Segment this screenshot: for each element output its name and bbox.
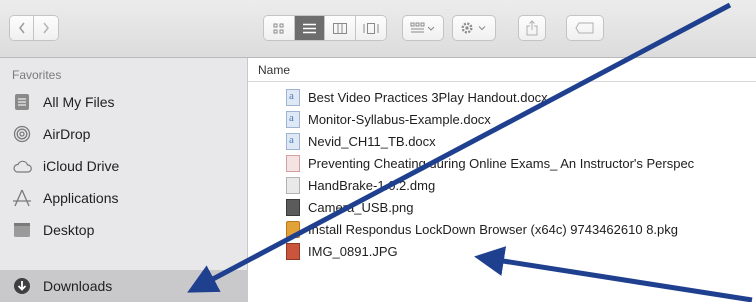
file-name: IMG_0891.JPG (308, 243, 398, 259)
pkg-icon (286, 220, 300, 238)
column-view-button[interactable] (325, 16, 356, 40)
file-name: HandBrake-1.0.2.dmg (308, 177, 436, 193)
file-row[interactable]: Camera_USB.png (248, 196, 756, 218)
file-row[interactable]: Nevid_CH11_TB.docx (248, 130, 756, 152)
gallery-view-button[interactable] (355, 16, 386, 40)
sidebar-item-label: Applications (43, 190, 119, 206)
airdrop-icon (12, 124, 32, 144)
pdf-icon (286, 154, 300, 172)
file-row[interactable]: Preventing Cheating during Online Exams_… (248, 152, 756, 174)
sidebar-item-desktop[interactable]: Desktop (0, 214, 247, 246)
share-button[interactable] (518, 15, 546, 41)
group-by-button[interactable] (402, 15, 444, 41)
group-by-icon (410, 22, 435, 33)
column-view-icon (332, 22, 347, 34)
dmg-icon (286, 176, 300, 194)
nav-buttons (9, 15, 59, 41)
sidebar-item-applications[interactable]: Applications (0, 182, 247, 214)
icon-view-icon (273, 23, 284, 33)
gallery-view-icon (363, 22, 379, 34)
file-name: Nevid_CH11_TB.docx (308, 133, 436, 149)
sidebar-item-icloud-drive[interactable]: iCloud Drive (0, 150, 247, 182)
sidebar-item-all-my-files[interactable]: All My Files (0, 86, 247, 118)
share-icon (526, 20, 538, 36)
docx-icon (286, 110, 300, 128)
list-view-button[interactable] (294, 16, 325, 40)
sidebar-item-label: iCloud Drive (43, 158, 120, 174)
file-name: Install Respondus LockDown Browser (x64c… (308, 221, 678, 237)
forward-button[interactable] (34, 16, 58, 40)
action-button[interactable] (452, 15, 496, 41)
finder-toolbar (0, 0, 756, 58)
sidebar-item-downloads[interactable]: Downloads (0, 270, 247, 302)
applications-icon (12, 188, 32, 208)
sidebar-item-label: Downloads (43, 278, 113, 294)
docx-icon (286, 88, 300, 106)
sidebar-item-label: AirDrop (43, 126, 91, 142)
jpg-icon (286, 242, 300, 260)
png-icon (286, 198, 300, 216)
file-row[interactable]: Install Respondus LockDown Browser (x64c… (248, 218, 756, 240)
sidebar-item-airdrop[interactable]: AirDrop (0, 118, 247, 150)
desktop-icon (12, 220, 32, 240)
file-name: Best Video Practices 3Play Handout.docx (308, 89, 548, 105)
column-header-label: Name (258, 63, 291, 77)
back-button[interactable] (10, 16, 35, 40)
file-list: Name Best Video Practices 3Play Handout.… (248, 58, 756, 302)
sidebar-section-favorites: Favorites (12, 68, 62, 82)
docx-icon (286, 132, 300, 150)
file-name: Monitor-Syllabus-Example.docx (308, 111, 491, 127)
tag-button[interactable] (566, 15, 604, 41)
view-mode-selector (263, 15, 387, 41)
gear-icon (461, 22, 486, 34)
file-name: Preventing Cheating during Online Exams_… (308, 155, 695, 171)
icon-view-button[interactable] (264, 16, 295, 40)
sidebar-item-label: All My Files (43, 94, 115, 110)
file-row[interactable]: Monitor-Syllabus-Example.docx (248, 108, 756, 130)
column-header-name[interactable]: Name (248, 58, 756, 82)
chevron-left-icon (18, 22, 25, 34)
file-row[interactable]: IMG_0891.JPG (248, 240, 756, 262)
sidebar: Favorites All My Files AirDrop iCloud Dr… (0, 58, 248, 302)
file-name: Camera_USB.png (308, 199, 414, 215)
downloads-icon (12, 276, 32, 296)
all-files-icon (12, 92, 32, 112)
cloud-icon (12, 156, 32, 176)
chevron-right-icon (43, 22, 49, 34)
sidebar-item-label: Desktop (43, 222, 95, 238)
list-view-icon (302, 23, 316, 33)
tag-icon (575, 22, 594, 34)
file-row[interactable]: Best Video Practices 3Play Handout.docx (248, 86, 756, 108)
file-row[interactable]: HandBrake-1.0.2.dmg (248, 174, 756, 196)
